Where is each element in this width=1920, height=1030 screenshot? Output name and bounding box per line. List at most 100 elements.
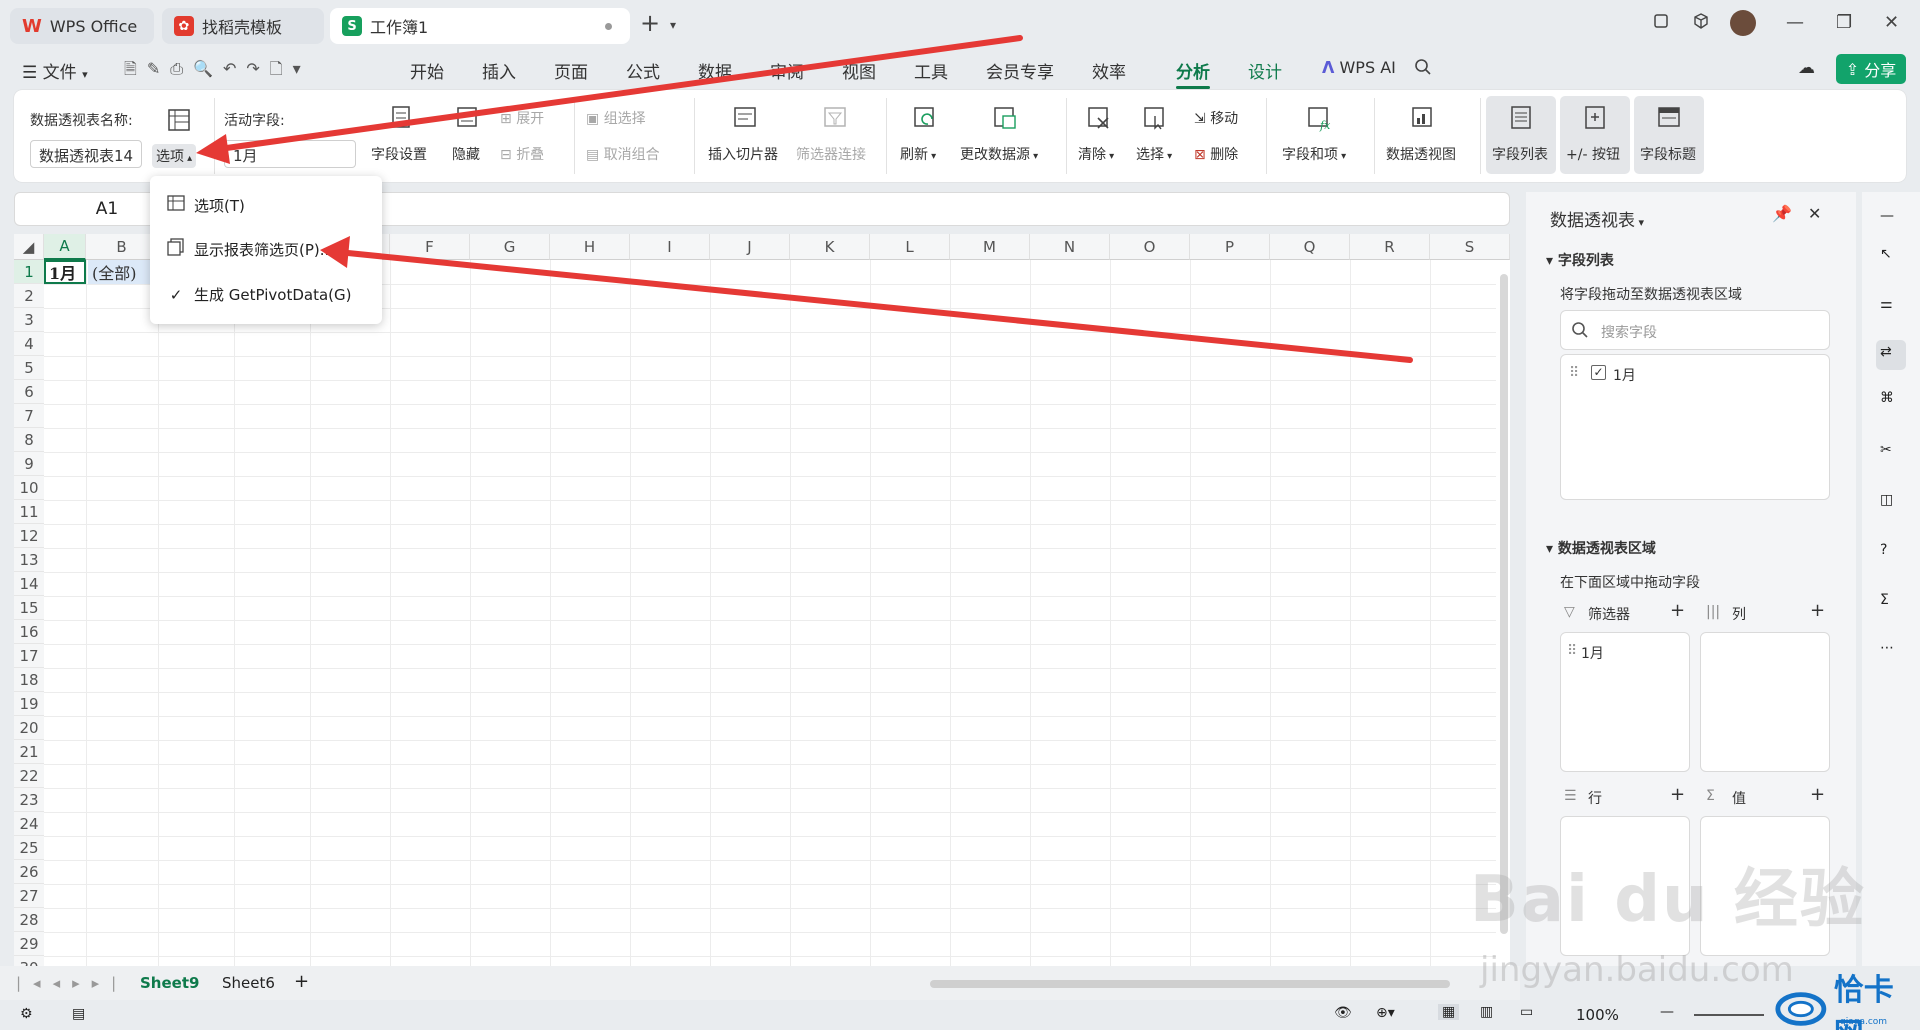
cell-b1[interactable]: (全部) <box>88 260 158 284</box>
fields-items-icon[interactable]: fx <box>1304 104 1334 132</box>
cell-a1[interactable]: 1月 <box>44 260 86 284</box>
pivot-chart-icon[interactable] <box>1408 104 1438 132</box>
unsaved-dot-icon[interactable] <box>605 23 612 30</box>
row-header-14[interactable]: 14 <box>14 572 44 596</box>
more-icon[interactable]: ⋯ <box>1880 640 1902 662</box>
refresh-icon[interactable] <box>910 104 940 132</box>
column-drop-area[interactable] <box>1700 632 1830 772</box>
row-header-2[interactable]: 2 <box>14 284 44 308</box>
row-header-8[interactable]: 8 <box>14 428 44 452</box>
analysis-icon[interactable]: ⌘ <box>1880 390 1902 412</box>
row-header-16[interactable]: 16 <box>14 620 44 644</box>
menu-analyze[interactable]: 分析 <box>1176 58 1210 89</box>
row-header-23[interactable]: 23 <box>14 788 44 812</box>
move-button[interactable]: ⇲ 移动 <box>1194 108 1238 128</box>
pivot-chart-button[interactable]: 数据透视图 <box>1386 144 1456 164</box>
row-header-30[interactable]: 30 <box>14 956 44 966</box>
pivot-areas-section-header[interactable]: ▾ 数据透视表区域 <box>1546 538 1656 558</box>
column-header-q[interactable]: Q <box>1270 234 1350 260</box>
page-layout-view-icon[interactable]: ▭ <box>1520 1004 1533 1020</box>
select-all-corner[interactable]: ◢ <box>14 234 44 260</box>
vertical-scrollbar[interactable] <box>1500 274 1508 934</box>
close-window-icon[interactable]: ✕ <box>1884 12 1899 33</box>
page-break-view-icon[interactable]: ▥ <box>1480 1004 1493 1020</box>
column-header-j[interactable]: J <box>710 234 790 260</box>
zoom-slider[interactable] <box>1694 1014 1764 1016</box>
column-header-i[interactable]: I <box>630 234 710 260</box>
formula-sum-icon[interactable]: Σ <box>1880 592 1902 614</box>
options-dropdown-button[interactable]: 选项 ▴ <box>152 144 197 168</box>
normal-view-icon[interactable]: ▦ <box>1438 1004 1460 1020</box>
row-header-13[interactable]: 13 <box>14 548 44 572</box>
column-header-b[interactable]: B <box>86 234 158 260</box>
menu-page[interactable]: 页面 <box>554 58 588 83</box>
field-checkbox-1[interactable]: ✓ <box>1591 365 1606 380</box>
refresh-button[interactable]: 刷新 ▾ <box>900 144 936 164</box>
formula-input[interactable] <box>370 192 1510 226</box>
drag-handle-icon[interactable]: ⠿ <box>1569 365 1579 381</box>
field-list-section-header[interactable]: ▾ 字段列表 <box>1546 250 1614 270</box>
menu-item-show-report-filter-pages[interactable]: 显示报表筛选页(P)... <box>166 238 334 260</box>
filter-item-1[interactable]: 1月 <box>1581 643 1604 663</box>
row-header-17[interactable]: 17 <box>14 644 44 668</box>
pivot-options-icon[interactable] <box>164 106 194 134</box>
field-settings-button[interactable]: 字段设置 <box>371 144 427 164</box>
wps-ai-button[interactable]: ᐱ WPS AI <box>1322 58 1396 77</box>
column-header-h[interactable]: H <box>550 234 630 260</box>
search-icon[interactable] <box>1414 58 1432 81</box>
row-header-19[interactable]: 19 <box>14 692 44 716</box>
row-header-21[interactable]: 21 <box>14 740 44 764</box>
window-layout-icon[interactable] <box>1652 12 1670 35</box>
row-header-9[interactable]: 9 <box>14 452 44 476</box>
fields-items-button[interactable]: 字段和项 ▾ <box>1282 144 1346 164</box>
field-search-input[interactable]: 搜索字段 <box>1560 310 1830 350</box>
new-tab-plus-icon[interactable]: + <box>640 9 660 37</box>
clear-icon[interactable] <box>1084 104 1114 132</box>
help-icon[interactable]: ? <box>1880 542 1902 564</box>
delete-button[interactable]: ⊠ 删除 <box>1194 144 1238 164</box>
row-header-22[interactable]: 22 <box>14 764 44 788</box>
column-header-a[interactable]: A <box>44 234 86 260</box>
panel-title[interactable]: 数据透视表 ▾ <box>1550 206 1644 231</box>
row-header-5[interactable]: 5 <box>14 356 44 380</box>
close-panel-icon[interactable]: ✕ <box>1808 204 1821 223</box>
adjust-sliders-icon[interactable]: ⚌ <box>1880 296 1902 318</box>
tools-icon[interactable]: ✂ <box>1880 442 1902 464</box>
menu-item-options[interactable]: 选项(T) <box>166 194 245 216</box>
pivot-panel-icon[interactable]: ⇄ <box>1876 340 1906 370</box>
drag-handle-icon[interactable]: ⠿ <box>1567 643 1577 659</box>
sheet-tab-sheet9[interactable]: Sheet9 <box>140 974 199 992</box>
clear-button[interactable]: 清除 ▾ <box>1078 144 1114 164</box>
row-header-10[interactable]: 10 <box>14 476 44 500</box>
macro-icon[interactable]: ⚙ <box>20 1006 33 1022</box>
row-header-24[interactable]: 24 <box>14 812 44 836</box>
hide-icon[interactable] <box>452 104 482 132</box>
row-header-28[interactable]: 28 <box>14 908 44 932</box>
menu-efficiency[interactable]: 效率 <box>1092 58 1126 83</box>
add-row-plus-icon[interactable]: + <box>1670 784 1685 805</box>
select-icon[interactable] <box>1140 104 1170 132</box>
row-header-18[interactable]: 18 <box>14 668 44 692</box>
row-header-6[interactable]: 6 <box>14 380 44 404</box>
spreadsheet-grid[interactable]: ◢ ABCDEFGHIJKLMNOPQRS 123456789101112131… <box>14 234 1510 966</box>
insert-slicer-button[interactable]: 插入切片器 <box>708 144 778 164</box>
quick-access-toolbar[interactable]: 🗎✎⎙🔍↶↷🗋▾ <box>124 58 311 85</box>
layout-mode-icon[interactable]: ⊕▾ <box>1376 1005 1395 1021</box>
tab-list-chevron-icon[interactable]: ▾ <box>670 18 676 32</box>
row-header-1[interactable]: 1 <box>14 260 44 284</box>
menu-insert[interactable]: 插入 <box>482 58 516 83</box>
change-source-icon[interactable] <box>990 104 1020 132</box>
menu-item-generate-getpivotdata[interactable]: ✓ 生成 GetPivotData(G) <box>166 284 352 305</box>
column-header-m[interactable]: M <box>950 234 1030 260</box>
tab-workbook[interactable]: S 工作簿1 <box>330 8 630 44</box>
row-header-12[interactable]: 12 <box>14 524 44 548</box>
select-button[interactable]: 选择 ▾ <box>1136 144 1172 164</box>
column-header-l[interactable]: L <box>870 234 950 260</box>
restore-icon[interactable]: ❐ <box>1836 12 1852 33</box>
minimize-icon[interactable]: — <box>1786 12 1804 33</box>
tab-docer-templates[interactable]: ✿ 找稻壳模板 <box>162 8 324 44</box>
file-menu[interactable]: ☰ 文件 ▾ <box>22 58 88 83</box>
add-filter-plus-icon[interactable]: + <box>1670 600 1685 621</box>
row-header-15[interactable]: 15 <box>14 596 44 620</box>
cursor-select-icon[interactable]: ↖ <box>1880 246 1902 268</box>
